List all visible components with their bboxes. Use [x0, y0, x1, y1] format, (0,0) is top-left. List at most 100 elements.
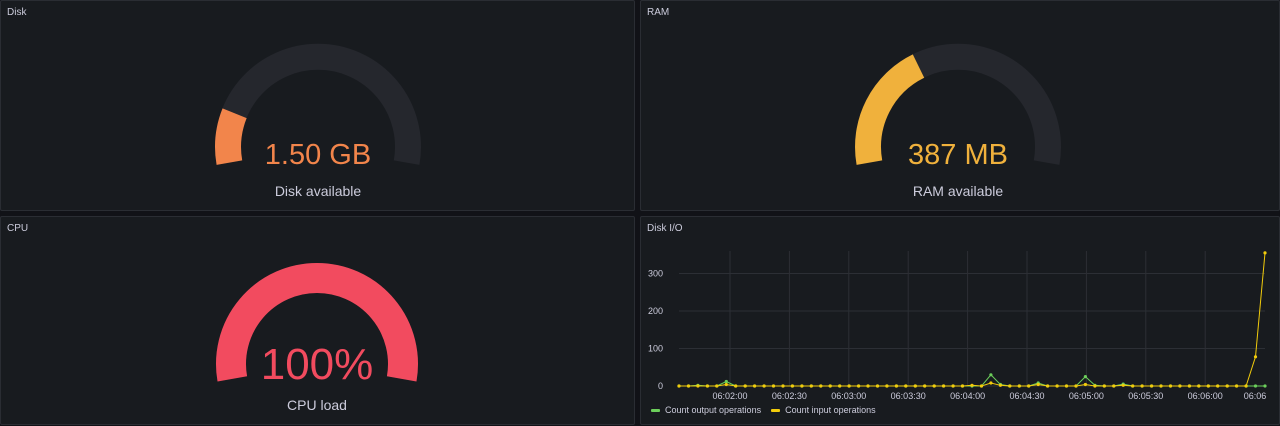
data-point: [1055, 384, 1059, 388]
x-axis: 06:02:00 06:02:30 06:03:00 06:03:30 06:04:00…: [712, 391, 1266, 401]
data-point: [857, 384, 861, 388]
data-point: [1253, 384, 1258, 388]
chart-legend: Count output operations Count input oper…: [651, 405, 876, 415]
x-tick-label: 06:05:00: [1069, 391, 1104, 401]
data-point: [932, 384, 936, 388]
x-tick-label: 06:03:00: [831, 391, 866, 401]
y-tick-label: 0: [658, 381, 663, 391]
data-point: [781, 384, 785, 388]
ram-panel[interactable]: RAM 387 MB RAM available: [640, 0, 1280, 211]
data-point: [828, 384, 832, 388]
diskio-panel[interactable]: Disk I/O 300 200 100 0 06:02:00 06:02:30 06:0…: [640, 216, 1280, 425]
data-point: [819, 384, 823, 388]
data-point: [951, 384, 955, 388]
data-point: [762, 384, 766, 388]
data-point: [1027, 384, 1031, 388]
data-point: [715, 384, 719, 388]
data-point: [913, 384, 917, 388]
data-point: [753, 384, 757, 388]
legend-swatch: [651, 408, 660, 412]
disk-gauge: 1.50 GB Disk available: [215, 43, 421, 199]
series-line-1: [679, 252, 1266, 387]
ram-gauge: 387 MB RAM available: [855, 43, 1061, 199]
data-point: [904, 384, 908, 388]
data-point: [1159, 384, 1163, 388]
x-tick-label: 06:06: [1244, 391, 1267, 401]
data-point: [1253, 355, 1258, 359]
data-point: [677, 384, 681, 388]
data-point: [1131, 384, 1135, 388]
data-point: [686, 384, 691, 388]
disk-panel[interactable]: Disk 1.50 GB Disk available: [0, 0, 635, 211]
x-tick-label: 06:03:30: [891, 391, 926, 401]
legend-item-output[interactable]: Count output operations: [651, 405, 761, 415]
data-point: [790, 384, 794, 388]
data-point: [1150, 384, 1154, 388]
data-point: [1216, 384, 1220, 388]
data-point: [1017, 384, 1021, 388]
data-point: [1074, 384, 1078, 388]
data-point: [1263, 251, 1267, 255]
data-point: [800, 384, 804, 388]
data-point: [1093, 384, 1097, 388]
cpu-panel[interactable]: CPU 100% CPU load: [0, 216, 635, 425]
gauge-value: 100%: [261, 340, 374, 389]
data-point: [1140, 384, 1144, 388]
data-point: [998, 383, 1002, 387]
data-point: [1083, 375, 1087, 379]
data-point: [1168, 384, 1173, 388]
x-tick-label: 06:02:30: [772, 391, 807, 401]
data-point: [885, 384, 889, 388]
data-point: [979, 384, 984, 388]
data-point: [989, 373, 993, 377]
cpu-gauge: 100% CPU load: [216, 263, 418, 413]
data-point: [1197, 384, 1201, 388]
data-point: [1178, 384, 1182, 388]
gauge-value: 1.50 GB: [265, 139, 371, 171]
data-point: [1121, 383, 1125, 387]
data-point: [989, 381, 993, 385]
y-tick-label: 300: [648, 269, 663, 279]
data-point: [724, 382, 728, 387]
diskio-chart: 300 200 100 0 06:02:00 06:02:30 06:03:00 06:03…: [648, 251, 1267, 401]
data-point: [1244, 384, 1248, 388]
y-tick-label: 100: [648, 344, 663, 354]
data-point: [724, 379, 728, 384]
x-tick-label: 06:06:00: [1188, 391, 1223, 401]
x-tick-label: 06:04:00: [950, 391, 985, 401]
x-tick-label: 06:02:00: [712, 391, 747, 401]
gauge-label: RAM available: [913, 183, 1003, 199]
data-point: [970, 383, 974, 387]
gauge-label: Disk available: [275, 183, 362, 199]
data-point: [1083, 382, 1087, 387]
data-point: [1102, 384, 1106, 388]
y-tick-label: 200: [648, 306, 663, 316]
chart-series: [677, 251, 1267, 388]
data-point: [894, 384, 898, 388]
legend-item-input[interactable]: Count input operations: [771, 405, 876, 415]
data-point: [875, 384, 880, 388]
data-point: [705, 384, 709, 388]
gauge-label: CPU load: [287, 397, 347, 413]
data-point: [1008, 384, 1012, 388]
data-point: [696, 384, 700, 388]
legend-label: Count output operations: [665, 405, 762, 415]
data-point: [1064, 384, 1069, 388]
data-point: [1225, 384, 1229, 388]
data-point: [809, 384, 813, 388]
data-point: [866, 384, 870, 388]
chart-grid: [679, 251, 1265, 387]
gauge-value: 387 MB: [908, 139, 1008, 171]
data-point: [942, 384, 946, 388]
gauge-fill: [215, 108, 247, 165]
data-point: [734, 384, 738, 388]
data-point: [1235, 384, 1239, 388]
data-point: [1046, 384, 1050, 388]
data-point: [923, 384, 927, 388]
data-point: [1112, 384, 1116, 388]
data-point: [1036, 382, 1040, 387]
data-point: [1206, 384, 1210, 388]
legend-label: Count input operations: [785, 405, 876, 415]
data-point: [771, 384, 776, 388]
legend-swatch: [771, 408, 781, 412]
